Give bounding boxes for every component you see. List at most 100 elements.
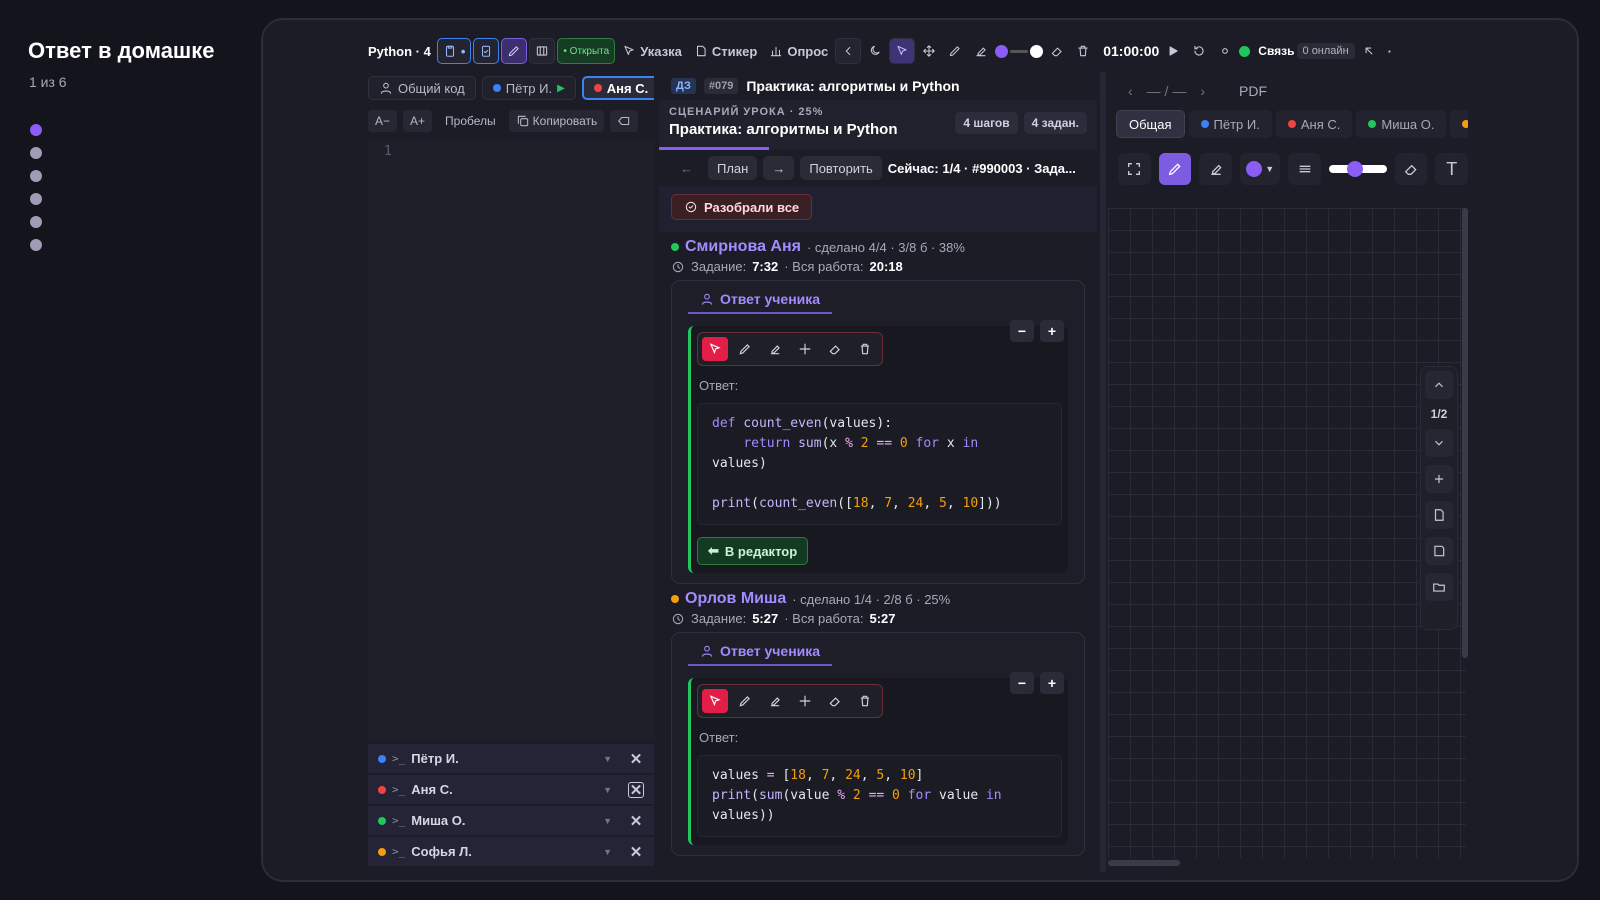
zoom-in-button[interactable]: + <box>1040 672 1064 694</box>
font-decrease-button[interactable]: A− <box>368 110 398 132</box>
collapse-panel-button[interactable] <box>1357 38 1381 64</box>
folder-icon[interactable] <box>1425 573 1453 601</box>
eraser-icon[interactable] <box>1394 153 1428 185</box>
reset-timer-button[interactable] <box>1187 38 1211 64</box>
slide-dot[interactable] <box>30 124 42 136</box>
slide-dot[interactable] <box>30 216 42 228</box>
panel-divider[interactable] <box>1100 72 1106 872</box>
size-handle[interactable] <box>1030 44 1044 58</box>
trash-button[interactable] <box>1071 38 1095 64</box>
slide-dot[interactable] <box>30 239 42 251</box>
chevron-down-icon[interactable]: ▼ <box>603 847 612 857</box>
to-editor-button[interactable]: ⬅ В редактор <box>697 537 809 565</box>
tasks-pill[interactable]: 4 задан. <box>1023 112 1087 134</box>
tab-sofya[interactable] <box>1450 110 1468 138</box>
tab-misha[interactable]: Миша О. <box>1356 110 1447 138</box>
tab-shared-board[interactable]: Общая <box>1116 110 1185 138</box>
session-row[interactable]: >_ Софья Л. ▼ ✕ <box>368 837 654 866</box>
steps-pill[interactable]: 4 шагов <box>955 112 1018 134</box>
more-button[interactable]: · <box>1383 38 1407 64</box>
prev-button[interactable]: ← <box>671 156 702 180</box>
homework-button[interactable] <box>473 38 500 64</box>
tab-shared-code[interactable]: Общий код <box>368 76 476 100</box>
tab-anya[interactable]: Аня С. <box>1275 110 1353 138</box>
pencil-icon[interactable] <box>732 689 758 713</box>
highlighter-tool-button[interactable] <box>969 38 993 64</box>
trash-icon[interactable] <box>852 337 878 361</box>
session-row[interactable]: >_ Пётр И. ▼ ✕ <box>368 744 654 773</box>
cursor-icon[interactable] <box>702 337 728 361</box>
chevron-down-icon[interactable]: ▼ <box>603 785 612 795</box>
document-icon[interactable] <box>1425 501 1453 529</box>
repeat-button[interactable]: Повторить <box>800 156 882 180</box>
pencil-icon[interactable] <box>1158 153 1192 185</box>
eraser-icon[interactable] <box>822 689 848 713</box>
eraser-button[interactable] <box>1045 38 1069 64</box>
chevron-up-icon[interactable] <box>1425 371 1453 399</box>
vertical-scrollbar[interactable] <box>1462 208 1468 658</box>
code-editor[interactable]: 1 <box>368 140 654 740</box>
select-tool-button[interactable] <box>889 38 916 64</box>
close-icon[interactable]: ✕ <box>628 781 644 799</box>
pdf-label[interactable]: PDF <box>1239 83 1267 99</box>
close-icon[interactable]: ✕ <box>628 844 644 861</box>
color-picker[interactable]: ▼ <box>1240 153 1281 185</box>
horizontal-scrollbar[interactable] <box>1108 860 1180 866</box>
collapse-button[interactable] <box>835 38 862 64</box>
clear-button[interactable] <box>610 110 639 132</box>
slide-dot[interactable] <box>30 193 42 205</box>
chevron-down-icon[interactable] <box>1425 429 1453 457</box>
reviewed-all-button[interactable]: Разобрали все <box>671 194 813 220</box>
sticker-button[interactable]: Стикер <box>689 38 762 64</box>
tab-student-answer[interactable]: Ответ ученика <box>688 291 833 314</box>
chevron-down-icon[interactable]: ▼ <box>603 754 612 764</box>
close-icon[interactable]: ✕ <box>628 813 644 830</box>
eraser-icon[interactable] <box>822 337 848 361</box>
zoom-out-button[interactable]: − <box>1010 672 1034 694</box>
move-tool-button[interactable] <box>917 38 941 64</box>
theme-button[interactable] <box>863 38 887 64</box>
move-icon[interactable] <box>792 337 818 361</box>
tab-petr[interactable]: Пётр И. ▶ <box>481 76 576 100</box>
session-row[interactable]: >_ Миша О. ▼ ✕ <box>368 806 654 835</box>
size-slider[interactable] <box>1010 49 1029 53</box>
highlighter-icon[interactable] <box>762 337 788 361</box>
tab-anya[interactable]: Аня С. <box>581 76 654 100</box>
close-icon[interactable]: ✕ <box>628 751 644 768</box>
chevron-right-icon[interactable]: › <box>1200 83 1205 99</box>
save-icon[interactable] <box>1425 537 1453 565</box>
tab-student-answer[interactable]: Ответ ученика <box>688 643 833 666</box>
poll-button[interactable]: Опрос <box>764 38 833 64</box>
text-tool-icon[interactable]: T <box>1435 153 1468 185</box>
play-button[interactable] <box>1161 38 1185 64</box>
zoom-out-button[interactable]: − <box>1010 320 1034 342</box>
highlighter-icon[interactable] <box>762 689 788 713</box>
plus-icon[interactable] <box>1425 465 1453 493</box>
plan-button[interactable]: План <box>708 156 758 180</box>
settings-button[interactable] <box>1213 38 1237 64</box>
line-width-icon[interactable] <box>1288 153 1322 185</box>
font-increase-button[interactable]: A+ <box>403 110 433 132</box>
slide-dot[interactable] <box>30 170 42 182</box>
chevron-left-icon[interactable]: ‹ <box>1128 83 1133 99</box>
status-badge[interactable]: • Открыта <box>557 38 616 64</box>
student-name[interactable]: Орлов Миша <box>685 590 786 608</box>
trash-icon[interactable] <box>852 689 878 713</box>
copy-button[interactable]: Копировать <box>508 110 605 132</box>
draw-mode-button[interactable] <box>501 38 528 64</box>
cursor-icon[interactable] <box>702 689 728 713</box>
highlighter-icon[interactable] <box>1199 153 1233 185</box>
move-icon[interactable] <box>792 689 818 713</box>
color-picker[interactable] <box>995 44 1009 58</box>
chevron-down-icon[interactable]: ▼ <box>603 816 612 826</box>
assignment-button[interactable]: • <box>436 38 472 64</box>
student-name[interactable]: Смирнова Аня <box>685 238 801 256</box>
whiteboard-canvas[interactable] <box>1108 208 1466 858</box>
tab-petr[interactable]: Пётр И. <box>1188 110 1272 138</box>
whitespace-button[interactable]: Пробелы <box>438 110 503 132</box>
slide-dot[interactable] <box>30 147 42 159</box>
pointer-button[interactable]: Указка <box>617 38 687 64</box>
fullscreen-icon[interactable] <box>1118 153 1151 185</box>
stroke-width-slider[interactable] <box>1329 161 1387 177</box>
columns-button[interactable] <box>529 38 556 64</box>
